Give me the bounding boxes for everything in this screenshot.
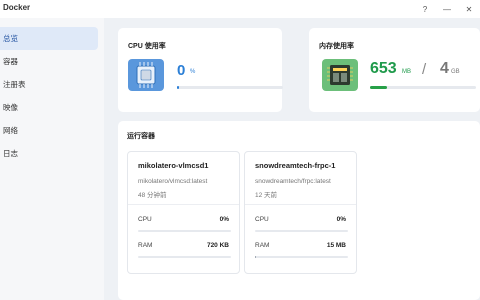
memory-usage-title: 内存使用率 [319,43,354,50]
container-card[interactable]: snowdreamtech-frpc-1 snowdreamtech/frpc:… [244,151,357,274]
container-cpu-value: 0% [219,216,229,223]
help-icon: ? [422,4,428,14]
container-cpu-label: CPU [138,216,152,223]
main-content: CPU 使用率 0 % 内存使用率 653 MB / 4 GB 运行容器 mik… [104,18,480,300]
cpu-usage-bar-fill [177,86,180,89]
container-uptime: 12 天前 [255,192,278,199]
container-ram-bar-fill [255,256,256,258]
container-ram-bar [255,256,348,258]
cpu-usage-unit: % [190,69,196,75]
container-ram-value: 720 KB [206,242,229,249]
container-ram-bar [138,256,231,258]
help-button[interactable]: ? [414,0,436,18]
container-cpu-bar [138,230,231,232]
running-containers-panel: 运行容器 mikolatero-vlmcsd1 mikolatero/vlmcs… [118,121,480,300]
sidebar-item-images[interactable]: 映像 [0,96,98,119]
sidebar-item-network[interactable]: 网络 [0,119,98,142]
sidebar-item-logs[interactable]: 日志 [0,142,98,165]
minimize-icon: — [443,4,451,14]
memory-used-unit: MB [402,69,411,75]
cpu-usage-card: CPU 使用率 [118,28,282,112]
memory-usage-bar [370,86,476,89]
container-card[interactable]: mikolatero-vlmcsd1 mikolatero/vlmcsd:lat… [127,151,240,274]
sidebar-item-registry[interactable]: 注册表 [0,73,98,96]
container-uptime: 48 分钟前 [138,192,167,199]
memory-separator: / [422,61,427,78]
container-ram-label: RAM [138,242,153,249]
running-containers-title: 运行容器 [127,133,155,140]
container-ram-value: 15 MB [326,242,346,249]
cpu-chip-icon [128,59,164,91]
sidebar-item-containers[interactable]: 容器 [0,50,98,73]
cpu-usage-title: CPU 使用率 [128,43,166,50]
cpu-usage-value: 0 [177,62,186,79]
close-icon: ✕ [465,4,473,14]
container-ram-label: RAM [255,242,270,249]
container-cpu-bar [255,230,348,232]
close-button[interactable]: ✕ [458,0,480,18]
container-cpu-label: CPU [255,216,269,223]
minimize-button[interactable]: — [436,0,458,18]
memory-total-value: 4 [440,60,449,77]
memory-used-value: 653 [370,60,397,77]
container-image: snowdreamtech/frpc:latest [255,178,331,185]
container-image: mikolatero/vlmcsd:latest [138,178,208,185]
memory-total-unit: GB [451,69,460,75]
container-cpu-value: 0% [336,216,346,223]
window-controls: ? — ✕ [414,0,480,18]
divider [128,204,239,205]
memory-usage-bar-fill [370,86,387,89]
sidebar-item-overview[interactable]: 总览 [0,27,98,50]
app-title: Docker [3,3,31,12]
sidebar: 总览 容器 注册表 映像 网络 日志 [0,18,104,300]
title-bar: Docker ? — ✕ [0,0,480,18]
cpu-usage-bar [177,86,283,89]
container-name: snowdreamtech-frpc-1 [255,161,336,170]
divider [245,204,356,205]
container-name: mikolatero-vlmcsd1 [138,161,209,170]
memory-module-icon [322,59,358,91]
